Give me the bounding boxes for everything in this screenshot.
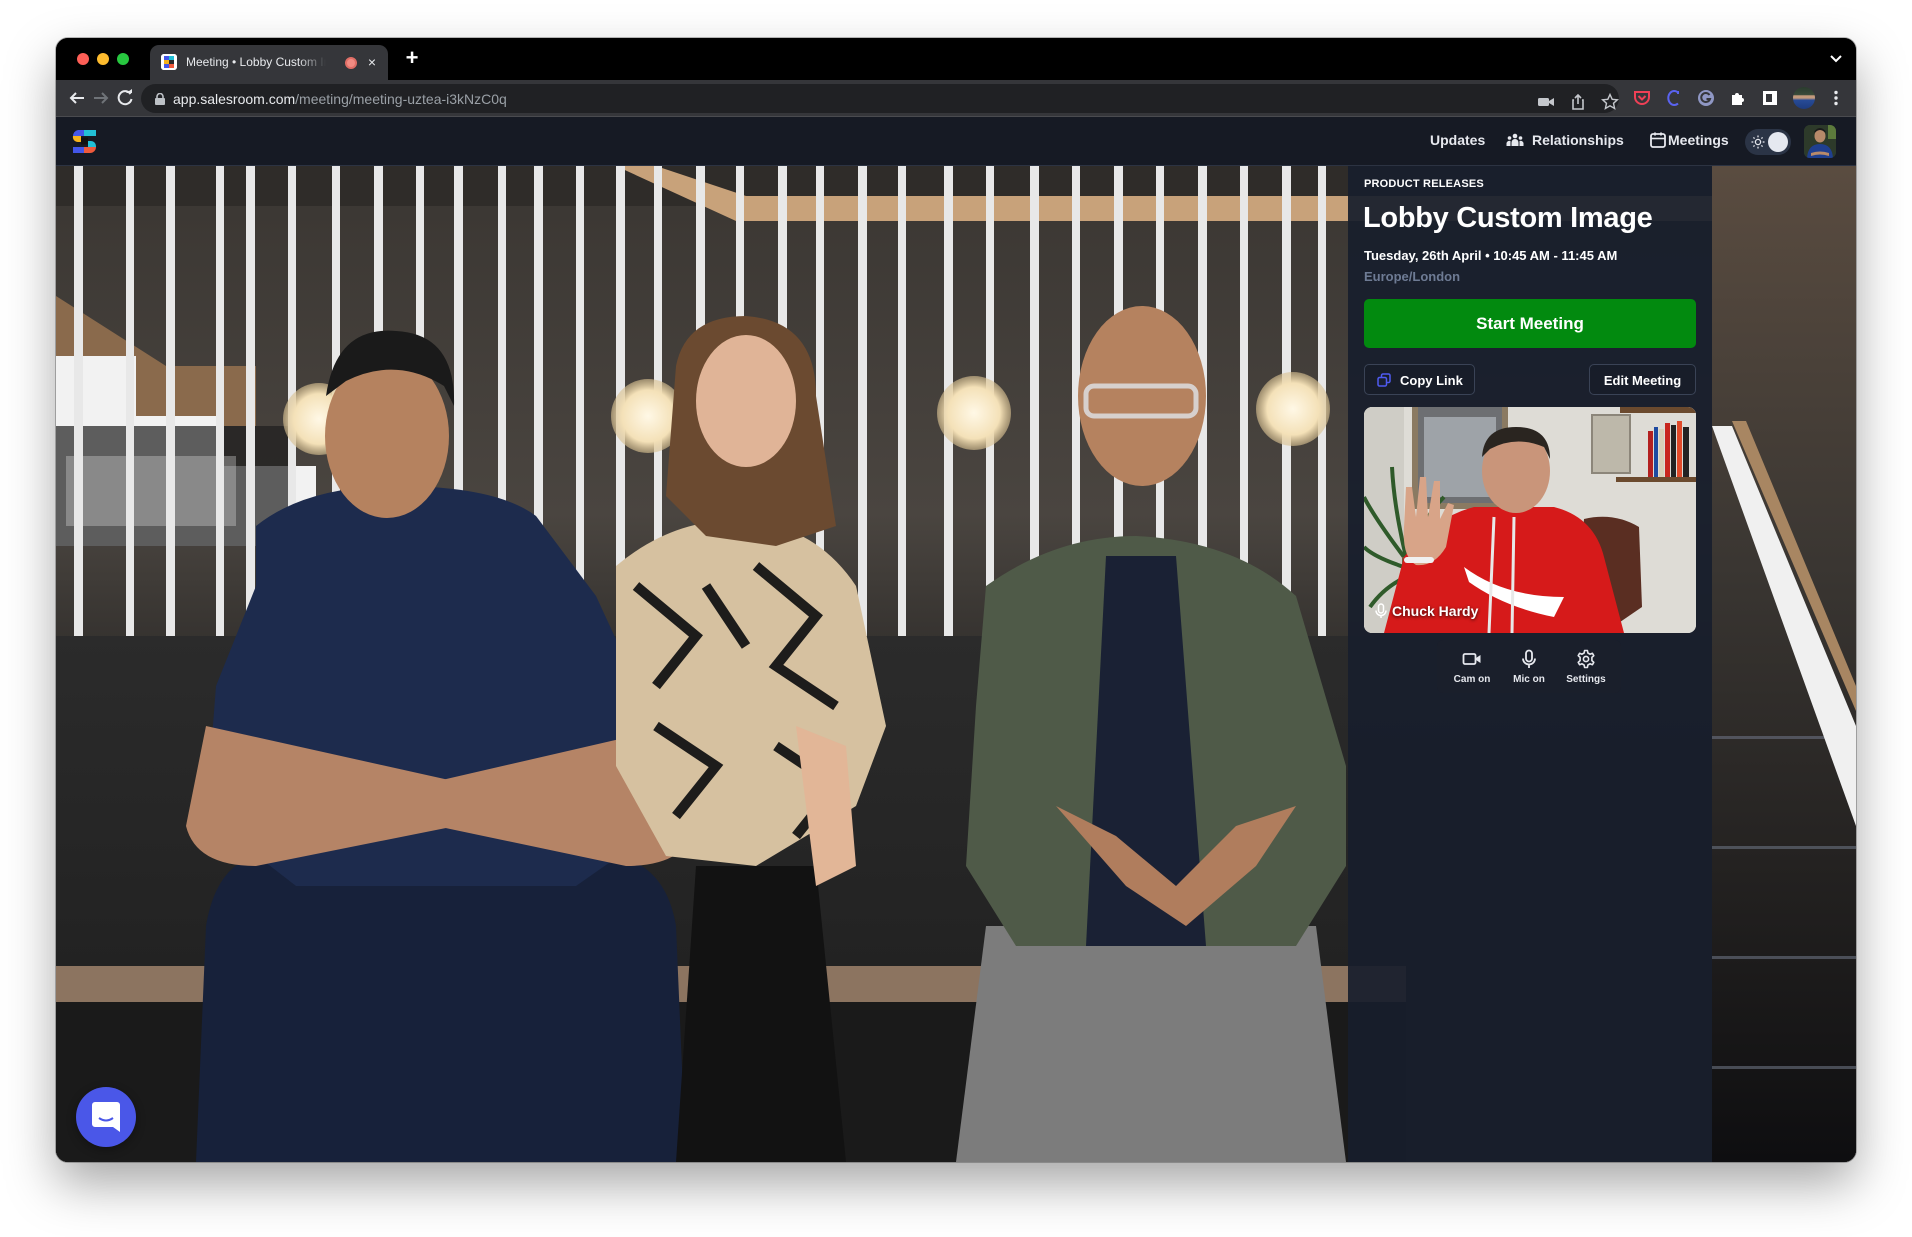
extensions-puzzle-icon[interactable] [1729, 89, 1747, 107]
chat-launcher-button[interactable] [76, 1087, 136, 1147]
salesroom-logo[interactable] [72, 129, 97, 154]
sun-icon [1751, 135, 1765, 149]
settings-button[interactable]: Settings [1557, 640, 1615, 693]
settings-label: Settings [1566, 674, 1606, 685]
c-extension-icon[interactable] [1665, 89, 1683, 107]
pendant-lamp [937, 376, 1011, 450]
camera-toggle-label: Cam on [1453, 674, 1491, 685]
mic-toggle-label: Mic on [1513, 674, 1545, 685]
copy-link-label: Copy Link [1400, 373, 1463, 388]
pendant-lamp [1256, 372, 1330, 446]
self-video-preview: Chuck Hardy [1364, 407, 1696, 633]
browser-toolbar: app.salesroom.com/meeting/meeting-uztea-… [56, 80, 1856, 117]
tab-title: Meeting • Lobby Custom Image [186, 55, 326, 69]
url-path: /meeting/meeting-uztea-i3kNzC0q [295, 91, 507, 107]
user-avatar[interactable] [1804, 125, 1836, 158]
forward-button[interactable] [89, 86, 113, 110]
copy-icon [1377, 373, 1391, 387]
microphone-icon [1519, 649, 1539, 669]
reload-button[interactable] [113, 86, 137, 110]
nav-relationships[interactable]: Relationships [1532, 132, 1624, 148]
url-text[interactable]: app.salesroom.com/meeting/meeting-uztea-… [173, 91, 507, 107]
nav-meetings[interactable]: Meetings [1668, 132, 1729, 148]
calendar-icon [1649, 131, 1667, 149]
camera-icon[interactable] [1537, 93, 1555, 111]
edit-meeting-label: Edit Meeting [1603, 373, 1682, 388]
browser-tab-meeting[interactable]: Meeting • Lobby Custom Image × [150, 45, 388, 80]
address-bar[interactable]: app.salesroom.com/meeting/meeting-uztea-… [141, 84, 1620, 113]
video-camera-icon [1462, 649, 1482, 669]
back-button[interactable] [65, 86, 89, 110]
pocket-icon[interactable] [1633, 89, 1651, 107]
recording-indicator-icon [345, 57, 357, 69]
start-meeting-button[interactable]: Start Meeting [1364, 299, 1696, 348]
meeting-title: Lobby Custom Image [1363, 202, 1653, 234]
browser-window: Meeting • Lobby Custom Image × + app.sal… [56, 38, 1856, 1162]
app-navbar: Updates Relationships Meetings [56, 117, 1856, 166]
url-host: app.salesroom.com [173, 91, 296, 107]
camera-feed [1364, 407, 1696, 633]
chat-bubble-icon [92, 1102, 120, 1132]
camera-toggle-button[interactable]: Cam on [1443, 640, 1501, 693]
meeting-datetime: Tuesday, 26th April • 10:45 AM - 11:45 A… [1364, 248, 1618, 263]
tab-strip: Meeting • Lobby Custom Image × + [56, 38, 1856, 80]
close-window-button[interactable] [77, 53, 89, 65]
share-icon[interactable] [1569, 93, 1587, 111]
g-extension-icon[interactable] [1697, 89, 1715, 107]
relationships-icon [1506, 131, 1524, 149]
salesroom-favicon-icon [161, 54, 177, 70]
gear-icon [1576, 649, 1596, 669]
tab-search-chevron-icon[interactable] [1828, 50, 1844, 66]
mic-icon [1374, 603, 1388, 619]
theme-toggle[interactable] [1745, 129, 1791, 155]
media-controls: Cam on Mic on Settings [1437, 640, 1621, 693]
meeting-details-panel: PRODUCT RELEASES Lobby Custom Image Tues… [1348, 166, 1712, 1162]
edit-meeting-button[interactable]: Edit Meeting [1589, 364, 1696, 395]
lock-icon [155, 92, 165, 105]
profile-avatar[interactable] [1793, 87, 1815, 109]
minimize-window-button[interactable] [97, 53, 109, 65]
new-tab-button[interactable]: + [402, 47, 422, 69]
meeting-timezone: Europe/London [1364, 269, 1461, 284]
bookmark-star-icon[interactable] [1600, 92, 1620, 111]
sidebar-icon[interactable] [1761, 89, 1779, 107]
close-tab-button[interactable]: × [364, 53, 380, 71]
nav-updates[interactable]: Updates [1430, 132, 1485, 148]
copy-link-button[interactable]: Copy Link [1364, 364, 1475, 395]
mic-toggle-button[interactable]: Mic on [1500, 640, 1558, 693]
meeting-category: PRODUCT RELEASES [1364, 178, 1484, 190]
participant-name: Chuck Hardy [1392, 603, 1479, 619]
toggle-knob [1768, 132, 1788, 152]
kebab-menu-icon[interactable] [1827, 89, 1845, 107]
meeting-lobby: PRODUCT RELEASES Lobby Custom Image Tues… [56, 166, 1856, 1162]
fullscreen-window-button[interactable] [117, 53, 129, 65]
